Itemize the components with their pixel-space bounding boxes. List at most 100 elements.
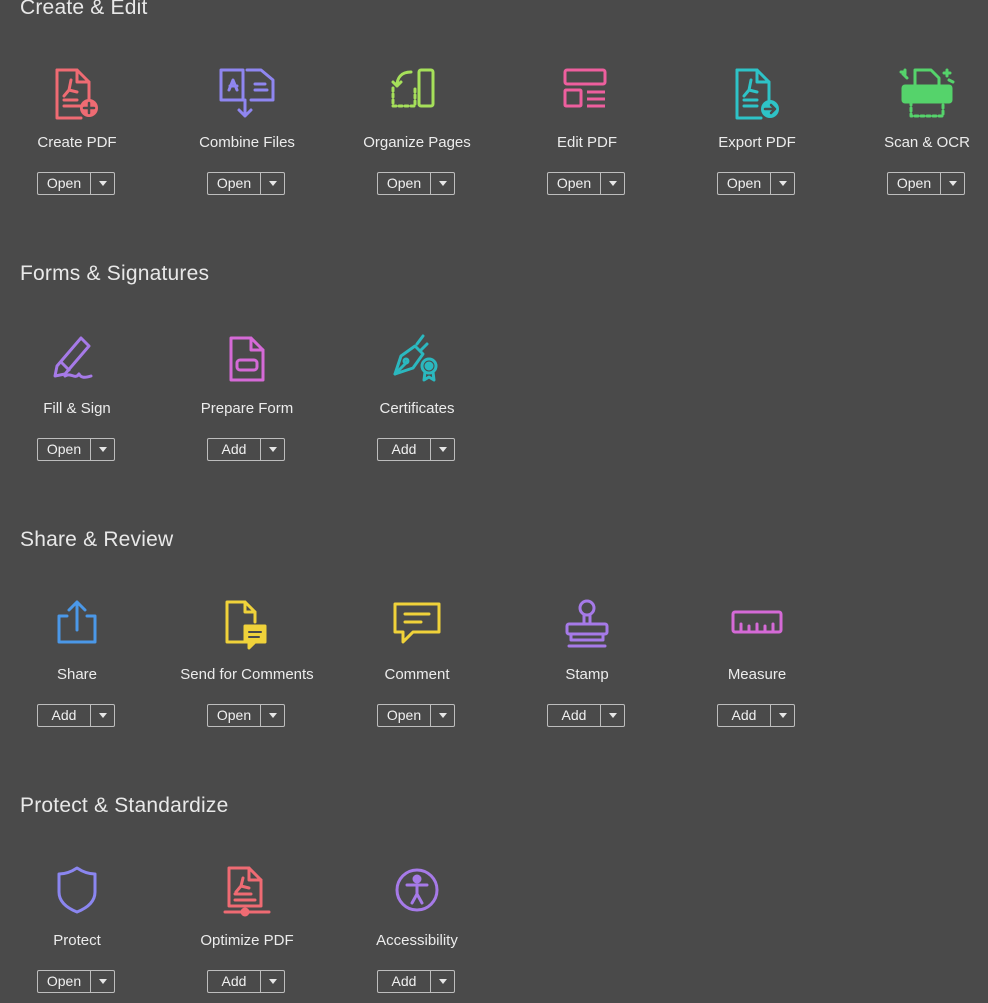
open-button[interactable]: Open — [208, 173, 260, 194]
tool-create-pdf[interactable]: Create PDF Open — [0, 66, 162, 216]
tool-send-for-comments[interactable]: Send for Comments Open — [162, 598, 332, 748]
tool-accessibility[interactable]: Accessibility Add — [332, 864, 502, 1003]
measure-icon[interactable] — [727, 598, 787, 658]
tool-organize-pages[interactable]: Organize Pages Open — [332, 66, 502, 216]
tool-label: Combine Files — [199, 134, 295, 151]
tool-label: Certificates — [379, 400, 455, 417]
tool-split-button[interactable]: Open — [717, 172, 795, 195]
tool-comment[interactable]: Comment Open — [332, 598, 502, 748]
tool-optimize-pdf[interactable]: Optimize PDF Add — [162, 864, 332, 1003]
dropdown-button[interactable] — [430, 439, 454, 460]
dropdown-button[interactable] — [600, 173, 624, 194]
tool-label: Edit PDF — [556, 134, 617, 151]
add-button[interactable]: Add — [208, 971, 260, 992]
tool-fill-sign[interactable]: Fill & Sign Open — [0, 332, 162, 482]
create-pdf-icon[interactable] — [47, 66, 107, 126]
tool-share[interactable]: Share Add — [0, 598, 162, 748]
send-for-comments-icon[interactable] — [217, 598, 277, 658]
export-pdf-icon[interactable] — [727, 66, 787, 126]
dropdown-button[interactable] — [430, 971, 454, 992]
tool-split-button[interactable]: Open — [887, 172, 965, 195]
add-button[interactable]: Add — [378, 439, 430, 460]
tool-split-button[interactable]: Open — [207, 172, 285, 195]
tool-label: Prepare Form — [200, 400, 294, 417]
chevron-down-icon — [98, 713, 107, 718]
tool-label: Measure — [727, 666, 787, 683]
add-button[interactable]: Add — [208, 439, 260, 460]
dropdown-button[interactable] — [90, 971, 114, 992]
tool-split-button[interactable]: Open — [377, 172, 455, 195]
fill-sign-icon[interactable] — [47, 332, 107, 392]
dropdown-button[interactable] — [940, 173, 964, 194]
tool-export-pdf[interactable]: Export PDF Open — [672, 66, 842, 216]
open-button[interactable]: Open — [38, 971, 90, 992]
tool-protect[interactable]: Protect Open — [0, 864, 162, 1003]
dropdown-button[interactable] — [600, 705, 624, 726]
tool-split-button[interactable]: Add — [717, 704, 795, 727]
dropdown-button[interactable] — [430, 173, 454, 194]
tool-split-button[interactable]: Open — [207, 704, 285, 727]
combine-files-icon[interactable] — [217, 66, 277, 126]
chevron-down-icon — [438, 181, 447, 186]
tool-split-button[interactable]: Add — [207, 438, 285, 461]
dropdown-button[interactable] — [90, 173, 114, 194]
tool-label: Protect — [53, 932, 101, 949]
tool-split-button[interactable]: Add — [377, 438, 455, 461]
tool-split-button[interactable]: Add — [377, 970, 455, 993]
tool-split-button[interactable]: Open — [37, 172, 115, 195]
tool-label: Create PDF — [37, 134, 117, 151]
chevron-down-icon — [98, 447, 107, 452]
tool-certificates[interactable]: Certificates Add — [332, 332, 502, 482]
share-icon[interactable] — [47, 598, 107, 658]
tool-split-button[interactable]: Open — [547, 172, 625, 195]
accessibility-icon[interactable] — [387, 864, 447, 924]
tool-label: Organize Pages — [363, 134, 471, 151]
section-title: Protect & Standardize — [20, 794, 229, 817]
chevron-down-icon — [98, 181, 107, 186]
tool-split-button[interactable]: Add — [207, 970, 285, 993]
tool-combine-files[interactable]: Combine Files Open — [162, 66, 332, 216]
certificates-icon[interactable] — [387, 332, 447, 392]
organize-pages-icon[interactable] — [387, 66, 447, 126]
prepare-form-icon[interactable] — [217, 332, 277, 392]
add-button[interactable]: Add — [38, 705, 90, 726]
add-button[interactable]: Add — [718, 705, 770, 726]
open-button[interactable]: Open — [378, 705, 430, 726]
tool-stamp[interactable]: Stamp Add — [502, 598, 672, 748]
chevron-down-icon — [268, 713, 277, 718]
open-button[interactable]: Open — [718, 173, 770, 194]
dropdown-button[interactable] — [90, 439, 114, 460]
tool-edit-pdf[interactable]: Edit PDF Open — [502, 66, 672, 216]
add-button[interactable]: Add — [548, 705, 600, 726]
tool-measure[interactable]: Measure Add — [672, 598, 842, 748]
dropdown-button[interactable] — [430, 705, 454, 726]
dropdown-button[interactable] — [770, 705, 794, 726]
open-button[interactable]: Open — [548, 173, 600, 194]
tool-label: Comment — [384, 666, 450, 683]
open-button[interactable]: Open — [208, 705, 260, 726]
edit-pdf-icon[interactable] — [557, 66, 617, 126]
tool-split-button[interactable]: Open — [37, 438, 115, 461]
tool-split-button[interactable]: Add — [547, 704, 625, 727]
dropdown-button[interactable] — [260, 705, 284, 726]
dropdown-button[interactable] — [260, 971, 284, 992]
dropdown-button[interactable] — [90, 705, 114, 726]
tool-prepare-form[interactable]: Prepare Form Add — [162, 332, 332, 482]
open-button[interactable]: Open — [378, 173, 430, 194]
comment-icon[interactable] — [387, 598, 447, 658]
scan-ocr-icon[interactable] — [897, 66, 957, 126]
tool-split-button[interactable]: Open — [377, 704, 455, 727]
dropdown-button[interactable] — [260, 439, 284, 460]
tool-scan-ocr[interactable]: Scan & OCR Open — [842, 66, 988, 216]
optimize-pdf-icon[interactable] — [217, 864, 277, 924]
open-button[interactable]: Open — [888, 173, 940, 194]
tool-split-button[interactable]: Open — [37, 970, 115, 993]
dropdown-button[interactable] — [260, 173, 284, 194]
tool-split-button[interactable]: Add — [37, 704, 115, 727]
protect-icon[interactable] — [47, 864, 107, 924]
dropdown-button[interactable] — [770, 173, 794, 194]
open-button[interactable]: Open — [38, 439, 90, 460]
open-button[interactable]: Open — [38, 173, 90, 194]
stamp-icon[interactable] — [557, 598, 617, 658]
add-button[interactable]: Add — [378, 971, 430, 992]
